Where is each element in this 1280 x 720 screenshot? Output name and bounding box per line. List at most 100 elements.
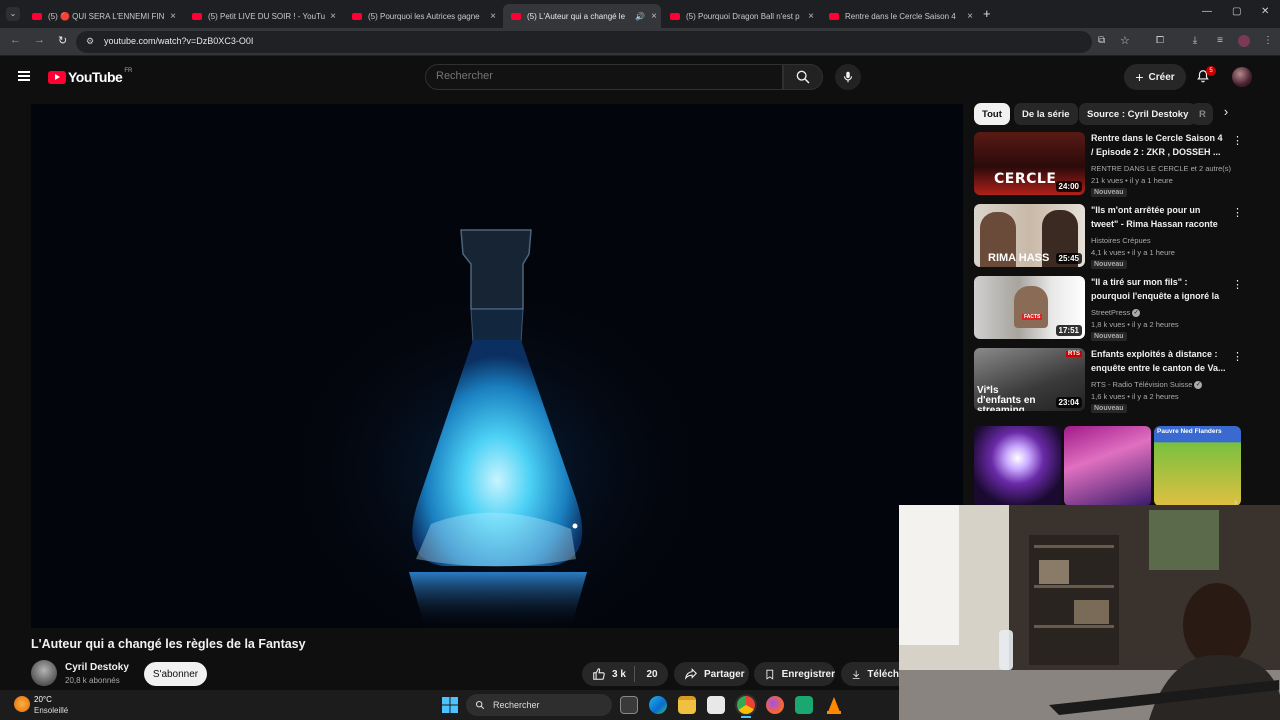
channel-name[interactable]: Cyril Destoky	[65, 662, 129, 673]
extensions-icon[interactable]: ⧠	[1154, 35, 1166, 47]
firefox-icon[interactable]	[766, 696, 784, 714]
chip-source[interactable]: Source : Cyril Destoky	[1079, 103, 1197, 125]
close-icon[interactable]: ×	[804, 11, 818, 22]
site-info-icon[interactable]: ⚙	[86, 36, 94, 47]
install-app-icon[interactable]: ⧉	[1098, 35, 1105, 46]
more-actions-icon[interactable]: ⋮	[1232, 350, 1243, 363]
youtube-logo[interactable]: YouTube FR	[48, 68, 132, 85]
browser-tab[interactable]: (5) Pourquoi Dragon Ball n'est p ×	[662, 4, 818, 28]
video-thumbnail[interactable]: RTS Vi*ls d'enfants en streaming 23:04	[974, 348, 1085, 411]
chevron-right-icon[interactable]: ›	[1216, 104, 1236, 124]
short-thumbnail[interactable]	[1064, 426, 1151, 506]
related-meta: 1,8 k vues • il y a 2 heures	[1091, 320, 1179, 329]
related-meta: 1,6 k vues • il y a 2 heures	[1091, 392, 1179, 401]
short-thumbnail[interactable]	[974, 426, 1061, 506]
account-avatar[interactable]	[1232, 67, 1252, 87]
windows-start-icon[interactable]	[442, 697, 458, 713]
close-icon[interactable]: ×	[166, 11, 180, 22]
profile-icon[interactable]	[1238, 35, 1250, 47]
download-button[interactable]: Téléch	[841, 662, 899, 686]
youtube-favicon-icon	[829, 12, 839, 20]
channel-avatar[interactable]	[31, 660, 57, 686]
close-icon[interactable]: ×	[486, 11, 500, 22]
search-button[interactable]	[783, 64, 823, 90]
task-view-icon[interactable]	[620, 696, 638, 714]
related-video-item[interactable]: RIMA HASS 25:45 "Ils m'ont arrêtée pour …	[974, 204, 1244, 270]
youtube-favicon-icon	[670, 12, 680, 20]
close-icon[interactable]: ×	[963, 11, 977, 22]
more-actions-icon[interactable]: ⋮	[1232, 134, 1243, 147]
video-player[interactable]	[31, 104, 963, 628]
short-thumbnail[interactable]: Pauvre Ned Flanders	[1154, 426, 1241, 506]
close-icon[interactable]: ×	[326, 11, 340, 22]
chip-more[interactable]: R	[1191, 103, 1213, 125]
more-actions-icon[interactable]: ⋮	[1232, 278, 1243, 291]
browser-tab[interactable]: (5) Petit LIVE DU SOIR ! - YouTu ×	[184, 4, 340, 28]
related-video-item[interactable]: FACTS 17:51 "Il a tiré sur mon fils" : p…	[974, 276, 1244, 342]
browser-tab[interactable]: (5) 🔴 QUI SERA L'ENNEMI FIN ×	[24, 4, 180, 28]
close-icon[interactable]: ×	[647, 11, 661, 22]
like-button[interactable]: 3 k	[582, 667, 626, 681]
tab-title: (5) L'Auteur qui a changé le	[527, 11, 626, 21]
maximize-icon[interactable]: ▢	[1232, 6, 1241, 17]
related-channel-row: RTS - Radio Télévision Suisse ✓	[1091, 380, 1203, 390]
search-box[interactable]	[425, 64, 783, 90]
browser-tab[interactable]: (5) Pourquoi les Autrices gagne ×	[344, 4, 500, 28]
browser-tab-active[interactable]: (5) L'Auteur qui a changé le 🔊 ×	[503, 4, 661, 28]
share-button[interactable]: Partager	[674, 662, 749, 686]
browser-tab[interactable]: Rentre dans le Cercle Saison 4 ×	[821, 4, 977, 28]
hamburger-menu-icon[interactable]	[18, 71, 30, 81]
minimize-icon[interactable]: —	[1202, 6, 1212, 17]
like-count: 3 k	[612, 668, 626, 680]
forward-icon[interactable]: →	[34, 34, 45, 46]
chrome-browser-icon[interactable]	[737, 696, 755, 714]
file-explorer-icon[interactable]	[678, 696, 696, 714]
edge-browser-icon[interactable]	[649, 696, 667, 714]
vlc-cone-icon	[827, 697, 841, 714]
new-tab-button[interactable]: +	[983, 6, 991, 21]
video-thumbnail[interactable]: CERCLE 24:00	[974, 132, 1085, 195]
related-meta: 21 k vues • il y a 1 heure	[1091, 176, 1173, 185]
speaker-icon[interactable]: 🔊	[633, 12, 647, 21]
share-icon	[684, 668, 697, 680]
download-label: Téléch	[867, 668, 899, 680]
bookmark-star-icon[interactable]: ☆	[1120, 34, 1130, 47]
related-channel: Histoires Crépues	[1091, 236, 1151, 245]
close-window-icon[interactable]: ✕	[1261, 6, 1269, 17]
new-badge: Nouveau	[1091, 332, 1127, 341]
subscribe-button[interactable]: S'abonner	[144, 662, 207, 686]
weather-sun-icon[interactable]	[14, 696, 30, 712]
more-menu-icon[interactable]: ⋮	[1262, 35, 1274, 47]
video-thumbnail[interactable]: RIMA HASS 25:45	[974, 204, 1085, 267]
search-input[interactable]	[436, 70, 756, 82]
chip-series[interactable]: De la série	[1014, 103, 1078, 125]
short-caption: Pauvre Ned Flanders	[1157, 428, 1222, 435]
logo-text: YouTube	[68, 69, 123, 85]
download-icon[interactable]: ⤓	[1189, 35, 1201, 47]
app-icon[interactable]	[795, 696, 813, 714]
address-bar[interactable]: ⚙ youtube.com/watch?v=DzB0XC3-O0I ⧉ ☆	[76, 31, 1130, 53]
microphone-icon	[843, 71, 853, 83]
browser-toolbar: ← → ↻ ⚙ youtube.com/watch?v=DzB0XC3-O0I …	[0, 28, 1280, 56]
more-actions-icon[interactable]: ⋮	[1232, 206, 1243, 219]
related-video-item[interactable]: CERCLE 24:00 Rentre dans le Cercle Saiso…	[974, 132, 1244, 198]
reload-icon[interactable]: ↻	[58, 34, 67, 47]
related-channel: RTS - Radio Télévision Suisse	[1091, 380, 1193, 389]
related-video-item[interactable]: RTS Vi*ls d'enfants en streaming 23:04 E…	[974, 348, 1244, 414]
reading-list-icon[interactable]: ≡	[1214, 35, 1226, 47]
voice-search-button[interactable]	[835, 64, 861, 90]
chip-all[interactable]: Tout	[974, 103, 1010, 125]
back-icon[interactable]: ←	[10, 34, 21, 46]
vlc-icon[interactable]	[825, 696, 843, 714]
taskbar-search[interactable]: Rechercher	[466, 694, 612, 716]
create-button[interactable]: + Créer	[1124, 64, 1186, 90]
youtube-header: YouTube FR + Créer 5	[0, 57, 1280, 97]
microsoft-store-icon[interactable]	[707, 696, 725, 714]
notification-count-badge: 5	[1206, 66, 1216, 76]
tab-search-button[interactable]: ⌄	[6, 7, 20, 21]
video-thumbnail[interactable]: FACTS 17:51	[974, 276, 1085, 339]
thumbnail-caption: FACTS	[1022, 314, 1043, 320]
related-channel: RENTRE DANS LE CERCLE et 2 autre(s)	[1091, 164, 1232, 173]
comments-count-button[interactable]: 20	[636, 662, 668, 686]
save-button[interactable]: Enregistrer	[754, 662, 835, 686]
